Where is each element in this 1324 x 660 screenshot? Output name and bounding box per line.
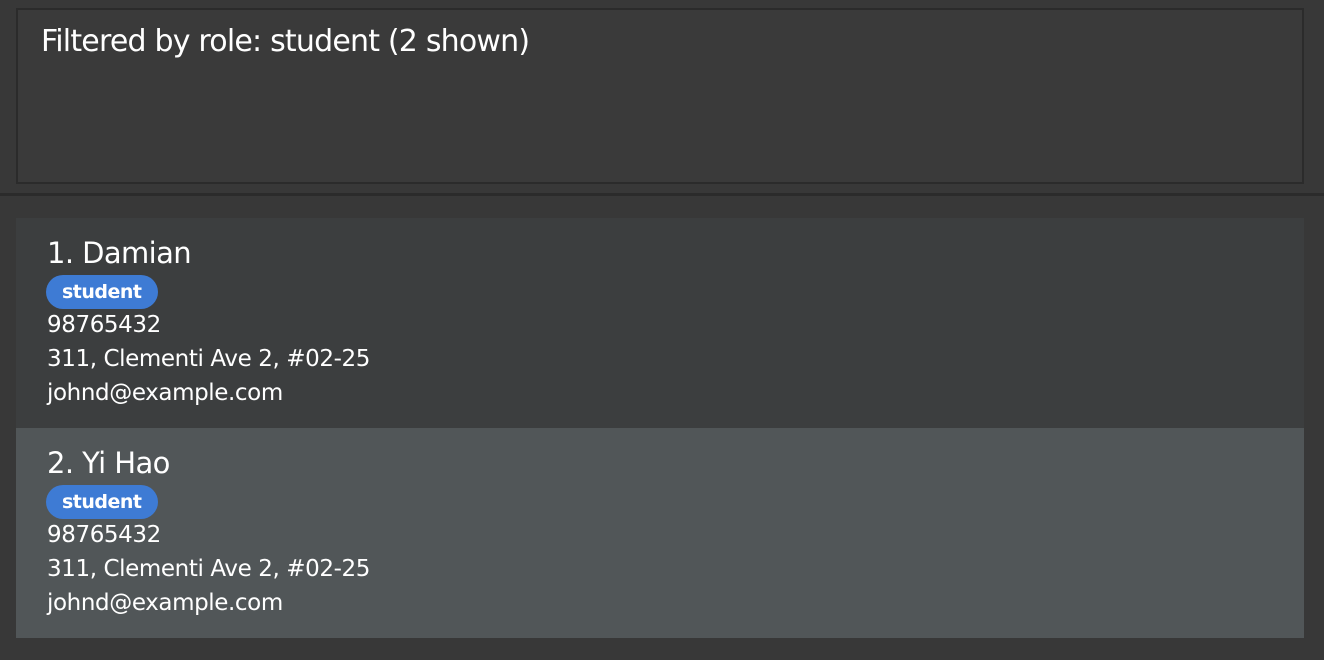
role-tag: student — [46, 275, 158, 309]
person-list[interactable]: 1. Damian student 98765432 311, Clementi… — [0, 199, 1324, 660]
person-name: 2. Yi Hao — [47, 446, 170, 480]
person-phone: 98765432 — [47, 312, 161, 338]
person-card[interactable]: 1. Damian student 98765432 311, Clementi… — [16, 218, 1304, 428]
person-name: 1. Damian — [47, 236, 192, 270]
person-email: johnd@example.com — [47, 590, 283, 616]
result-display: Filtered by role: student (2 shown) — [16, 8, 1304, 184]
person-phone: 98765432 — [47, 522, 161, 548]
role-tag: student — [46, 485, 158, 519]
result-message: Filtered by role: student (2 shown) — [41, 24, 530, 59]
person-card-selected[interactable]: 2. Yi Hao student 98765432 311, Clementi… — [16, 428, 1304, 638]
person-email: johnd@example.com — [47, 380, 283, 406]
person-address: 311, Clementi Ave 2, #02-25 — [47, 556, 370, 582]
result-panel: Filtered by role: student (2 shown) — [0, 0, 1324, 196]
person-address: 311, Clementi Ave 2, #02-25 — [47, 346, 370, 372]
